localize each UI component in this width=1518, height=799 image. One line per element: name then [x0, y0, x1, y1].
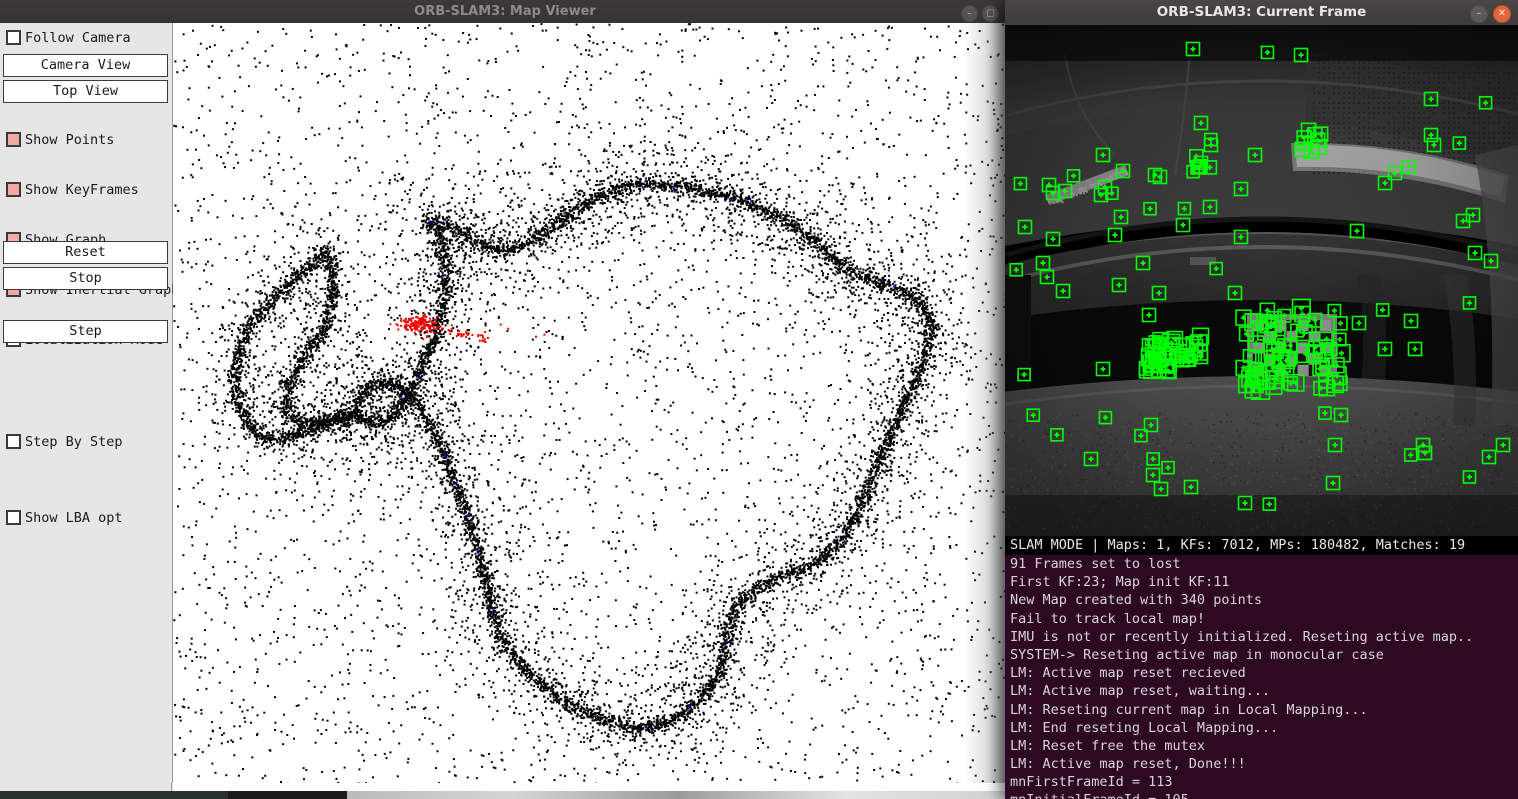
checkbox-box-icon	[6, 182, 21, 197]
control-label: Step By Step	[25, 434, 123, 450]
button-step[interactable]: Step	[3, 320, 168, 343]
frame-minimize-icon[interactable]: –	[1470, 5, 1488, 23]
current-frame-titlebar[interactable]: ORB-SLAM3: Current Frame	[1005, 0, 1518, 26]
checkbox-show-keyframes[interactable]: Show KeyFrames	[3, 179, 168, 202]
console-line: LM: Active map reset, Done!!!	[1010, 756, 1246, 773]
checkbox-box-icon	[6, 510, 21, 525]
checkbox-box-icon	[6, 132, 21, 147]
desktop-taskbar[interactable]	[0, 791, 1010, 799]
current-frame-window: ORB-SLAM3: Current Frame SLAM MODE | Map…	[1005, 0, 1518, 799]
console-line: LM: Active map reset recieved	[1010, 665, 1246, 682]
console-line: SYSTEM-> Reseting active map in monocula…	[1010, 646, 1384, 663]
checkbox-show-lba-opt[interactable]: Show LBA opt	[3, 507, 168, 530]
console-line: LM: Reset free the mutex	[1010, 737, 1206, 754]
map-viewer-window: ORB-SLAM3: Map Viewer – □ Follow Camera C…	[0, 0, 1010, 791]
console-line: mnFirstFrameId = 113	[1010, 774, 1173, 791]
checkbox-show-points[interactable]: Show Points	[3, 129, 168, 152]
console-line: 91 Frames set to lost	[1010, 556, 1181, 572]
camera-image[interactable]	[1005, 25, 1518, 536]
console-line: IMU is not or recently initialized. Rese…	[1010, 628, 1474, 645]
map-viewer-titlebar[interactable]: ORB-SLAM3: Map Viewer – □	[0, 0, 1010, 24]
console-line: First KF:23; Map init KF:11	[1010, 574, 1230, 591]
minimize-icon[interactable]: –	[961, 5, 978, 22]
checkbox-step-by-step[interactable]: Step By Step	[3, 431, 168, 454]
console-line: LM: Active map reset, waiting...	[1010, 683, 1271, 700]
console-line: Fail to track local map!	[1010, 610, 1206, 627]
console-line: mnInitialFrameId = 105	[1005, 791, 1518, 799]
map-viewer-title: ORB-SLAM3: Map Viewer	[414, 4, 596, 19]
control-label: Show Points	[25, 132, 115, 148]
button-camera-view[interactable]: Camera View	[3, 54, 168, 77]
console-line: LM: End reseting Local Mapping...	[1010, 719, 1279, 736]
button-reset[interactable]: Reset	[3, 241, 168, 264]
button-stop[interactable]: Stop	[3, 267, 168, 290]
current-frame-title: ORB-SLAM3: Current Frame	[1156, 4, 1367, 20]
control-panel-filler	[0, 783, 172, 791]
checkbox-box-icon	[6, 434, 21, 449]
frame-minimize-glyph: –	[1476, 8, 1482, 19]
point-cloud	[173, 23, 1010, 783]
slam-status-text: SLAM MODE | Maps: 1, KFs: 7012, MPs: 180…	[1010, 537, 1466, 553]
desktop: ORB-SLAM3: Map Viewer – □ Follow Camera C…	[0, 0, 1518, 799]
map-viewport[interactable]	[173, 23, 1010, 783]
map-viewport-filler	[173, 783, 1010, 791]
maximize-icon[interactable]: □	[982, 5, 999, 22]
checkbox-box-icon	[6, 30, 21, 45]
console-line: LM: Reseting current map in Local Mappin…	[1010, 701, 1368, 718]
console-output[interactable]: 91 Frames set to lost First KF:23; Map in…	[1005, 555, 1518, 799]
button-top-view[interactable]: Top View	[3, 80, 168, 103]
camera-image-canvas	[1005, 25, 1518, 536]
control-label: Show LBA opt	[25, 510, 123, 526]
maximize-glyph: □	[986, 8, 995, 18]
control-label: Follow Camera	[25, 30, 131, 46]
console-line: New Map created with 340 points	[1010, 592, 1262, 609]
frame-close-glyph: ✕	[1497, 8, 1507, 19]
checkbox-follow-camera[interactable]: Follow Camera	[3, 27, 168, 50]
minimize-glyph: –	[967, 8, 972, 18]
frame-close-icon[interactable]: ✕	[1493, 5, 1511, 23]
slam-status-bar: SLAM MODE | Maps: 1, KFs: 7012, MPs: 180…	[1005, 536, 1518, 555]
map-viewer-control-panel: Follow Camera Camera View Top View Show Poi…	[0, 23, 179, 783]
control-label: Show KeyFrames	[25, 182, 139, 198]
